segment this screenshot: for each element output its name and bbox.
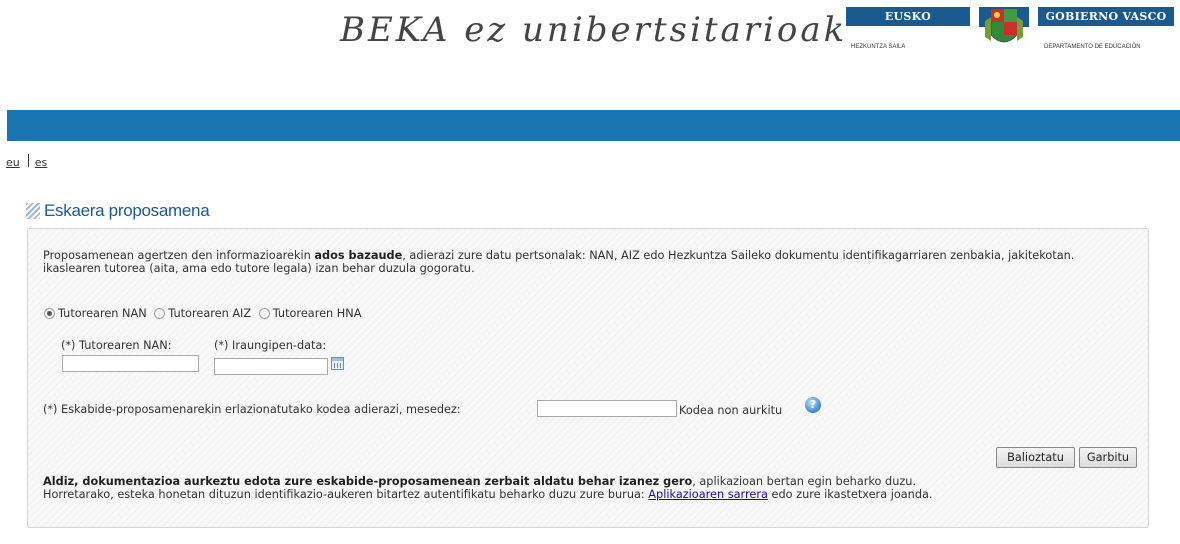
language-switcher: eu es (6, 154, 47, 169)
clear-button[interactable]: Garbitu (1079, 447, 1137, 468)
expiry-date-label: (*) Iraungipen-data: (214, 339, 327, 352)
footer-text-part2: Horretarako, esteka honetan dituzun iden… (43, 488, 649, 501)
gov-logo-basque-dept: HEZKUNTZA SAILA (851, 44, 906, 50)
radio-label-hna: Tutorearen HNA (272, 307, 362, 320)
proposal-code-input[interactable] (537, 400, 677, 417)
government-logo: EUSKO JAURLARITZA HEZKUNTZA SAILA GOBIER… (846, 7, 1174, 55)
footer-text-part3: edo zure ikastetxera joanda. (767, 488, 933, 501)
intro-text-bold: ados bazaude (314, 249, 403, 262)
radio-option-nan[interactable]: Tutorearen NAN (44, 307, 147, 320)
radio-button-aiz[interactable] (154, 308, 166, 319)
radio-label-aiz: Tutorearen AIZ (168, 307, 252, 320)
intro-text: Proposamenean agertzen den informazioare… (43, 249, 1133, 275)
lang-es-link[interactable]: es (35, 156, 48, 169)
calendar-icon[interactable] (331, 357, 344, 370)
section-title: Eskaera proposamena (44, 201, 210, 220)
lang-eu-link[interactable]: eu (6, 156, 20, 169)
radio-button-nan[interactable] (44, 308, 55, 319)
striped-square-icon (26, 203, 40, 219)
lang-separator (27, 154, 29, 167)
coat-of-arms-icon (979, 7, 1029, 43)
footer-text-part1: , aplikazioan bertan egin beharko duzu. (692, 475, 917, 488)
nav-band (7, 110, 1180, 141)
nan-label: (*) Tutorearen NAN: (61, 339, 172, 352)
footer-text-bold: Aldiz, dokumentazioa aurkeztu edota zure… (43, 475, 693, 488)
form-panel: Proposamenean agertzen den informazioare… (27, 228, 1149, 528)
nan-input[interactable] (62, 355, 199, 372)
help-icon[interactable]: ? (805, 397, 821, 413)
gov-logo-spanish: GOBIERNO VASCO (1038, 7, 1174, 26)
expiry-date-input[interactable] (214, 358, 328, 375)
validate-button[interactable]: Balioztatu (996, 447, 1075, 468)
code-help-label: Kodea non aurkitu (679, 404, 783, 417)
radio-label-nan: Tutorearen NAN (58, 307, 147, 320)
radio-option-hna[interactable]: Tutorearen HNA (258, 307, 362, 320)
header: BEKA ez unibertsitarioak EUSKO JAURLARIT… (0, 0, 1180, 110)
footer-text: Aldiz, dokumentazioa aurkeztu edota zure… (43, 475, 1138, 501)
app-title: BEKA ez unibertsitarioak (340, 10, 848, 50)
intro-text-pre: Proposamenean agertzen den informazioare… (43, 249, 315, 262)
application-entry-link[interactable]: Aplikazioaren sarrera (648, 488, 768, 501)
document-type-radio-group: Tutorearen NAN Tutorearen AIZ Tutorearen… (44, 307, 365, 320)
proposal-code-label: (*) Eskabide-proposamenarekin erlazionat… (43, 403, 461, 416)
gov-logo-basque: EUSKO JAURLARITZA (846, 7, 970, 42)
gov-logo-spanish-dept: DEPARTAMENTO DE EDUCACIÓN (1044, 44, 1141, 50)
radio-option-aiz[interactable]: Tutorearen AIZ (154, 307, 251, 320)
radio-button-hna[interactable] (258, 308, 270, 319)
